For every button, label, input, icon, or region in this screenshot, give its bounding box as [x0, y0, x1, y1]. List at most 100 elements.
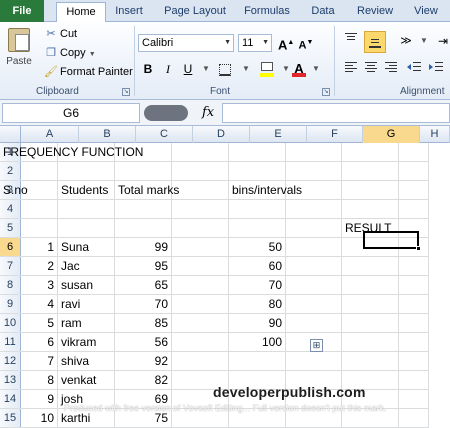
- cell-b3[interactable]: Students: [58, 181, 115, 200]
- select-all-corner[interactable]: [0, 126, 21, 143]
- tab-page-layout[interactable]: Page Layout: [164, 0, 226, 22]
- name-box[interactable]: G6: [2, 103, 140, 123]
- cell-h4[interactable]: [399, 200, 429, 219]
- cell-d11[interactable]: [172, 333, 229, 352]
- cell-g2[interactable]: [342, 162, 399, 181]
- font-color-dropdown-icon[interactable]: ▼: [308, 60, 324, 78]
- cell-e8[interactable]: 70: [229, 276, 286, 295]
- tab-data[interactable]: Data: [311, 0, 335, 22]
- cell-a5[interactable]: [0, 219, 58, 238]
- formula-input[interactable]: [222, 103, 450, 123]
- tab-insert[interactable]: Insert: [112, 0, 146, 22]
- cell-e7[interactable]: 60: [229, 257, 286, 276]
- cell-b8[interactable]: susan: [58, 276, 115, 295]
- wrap-text-button[interactable]: ⇥: [436, 32, 450, 50]
- cell-g12[interactable]: [342, 352, 399, 371]
- cell-f9[interactable]: [286, 295, 342, 314]
- cell-c7[interactable]: 95: [115, 257, 172, 276]
- cell-e2[interactable]: [229, 162, 286, 181]
- insert-function-button[interactable]: fx: [202, 103, 214, 123]
- borders-button[interactable]: [214, 60, 236, 78]
- font-name-select[interactable]: Calibri ▼: [138, 34, 234, 52]
- decrease-indent-button[interactable]: [404, 60, 424, 78]
- cell-d9[interactable]: [172, 295, 229, 314]
- cell-b2[interactable]: [58, 162, 115, 181]
- column-header-h[interactable]: H: [420, 126, 450, 143]
- cell-h14[interactable]: [399, 390, 429, 409]
- cell-a3[interactable]: S.no: [0, 181, 58, 200]
- clipboard-launcher-icon[interactable]: ↘: [122, 88, 130, 96]
- font-launcher-icon[interactable]: ↘: [322, 88, 330, 96]
- cell-h12[interactable]: [399, 352, 429, 371]
- cell-c5[interactable]: [115, 219, 172, 238]
- cell-h1[interactable]: [399, 143, 429, 162]
- increase-indent-button[interactable]: [426, 60, 446, 78]
- cell-c2[interactable]: [115, 162, 172, 181]
- cell-a13[interactable]: 8: [0, 371, 58, 390]
- column-header-e[interactable]: E: [250, 126, 307, 143]
- cell-a6[interactable]: 1: [0, 238, 58, 257]
- underline-button[interactable]: U: [180, 60, 196, 78]
- cell-b1[interactable]: [58, 143, 115, 162]
- italic-button[interactable]: I: [160, 60, 176, 78]
- cell-h13[interactable]: [399, 371, 429, 390]
- cell-d6[interactable]: [172, 238, 229, 257]
- fill-color-button[interactable]: [256, 60, 278, 78]
- cell-c9[interactable]: 70: [115, 295, 172, 314]
- cell-d2[interactable]: [172, 162, 229, 181]
- cell-h8[interactable]: [399, 276, 429, 295]
- cell-e9[interactable]: 80: [229, 295, 286, 314]
- cell-g9[interactable]: [342, 295, 399, 314]
- align-right-button[interactable]: [382, 60, 400, 78]
- cell-a11[interactable]: 6: [0, 333, 58, 352]
- align-bottom-button[interactable]: [364, 31, 386, 53]
- bold-button[interactable]: B: [140, 60, 156, 78]
- cell-b7[interactable]: Jac: [58, 257, 115, 276]
- cell-b13[interactable]: venkat: [58, 371, 115, 390]
- cell-f6[interactable]: [286, 238, 342, 257]
- cell-d8[interactable]: [172, 276, 229, 295]
- align-top-button[interactable]: [342, 32, 360, 50]
- cell-b5[interactable]: [58, 219, 115, 238]
- fill-handle[interactable]: [416, 246, 421, 251]
- cell-f3[interactable]: [286, 181, 342, 200]
- cell-h3[interactable]: [399, 181, 429, 200]
- cell-g4[interactable]: [342, 200, 399, 219]
- format-painter-button[interactable]: 🖌 Format Painter: [44, 64, 133, 80]
- column-header-f[interactable]: F: [307, 126, 363, 143]
- cell-h7[interactable]: [399, 257, 429, 276]
- cell-a7[interactable]: 2: [0, 257, 58, 276]
- cell-a4[interactable]: [0, 200, 58, 219]
- cell-f4[interactable]: [286, 200, 342, 219]
- font-size-select[interactable]: 11 ▼: [238, 34, 272, 52]
- cell-c11[interactable]: 56: [115, 333, 172, 352]
- copy-dropdown-icon[interactable]: ▼: [89, 51, 96, 58]
- paste-button[interactable]: Paste: [4, 26, 34, 82]
- cell-c1[interactable]: [115, 143, 172, 162]
- cell-e4[interactable]: [229, 200, 286, 219]
- cell-e10[interactable]: 90: [229, 314, 286, 333]
- formula-collapse-handle[interactable]: [144, 105, 188, 121]
- cell-h2[interactable]: [399, 162, 429, 181]
- underline-dropdown-icon[interactable]: ▼: [198, 60, 214, 78]
- cell-c10[interactable]: 85: [115, 314, 172, 333]
- cell-d4[interactable]: [172, 200, 229, 219]
- cell-f8[interactable]: [286, 276, 342, 295]
- tab-review[interactable]: Review: [357, 0, 393, 22]
- cell-c12[interactable]: 92: [115, 352, 172, 371]
- cell-a15[interactable]: 10: [0, 409, 58, 428]
- cell-d3[interactable]: [172, 181, 229, 200]
- cell-d10[interactable]: [172, 314, 229, 333]
- copy-button[interactable]: ❐ Copy ▼: [44, 45, 96, 61]
- align-left-button[interactable]: [342, 60, 360, 78]
- selected-cell-g6[interactable]: [363, 231, 419, 249]
- cell-f1[interactable]: [286, 143, 342, 162]
- cell-a1[interactable]: FREQUENCY FUNCTION: [0, 143, 143, 162]
- cell-c4[interactable]: [115, 200, 172, 219]
- orientation-button[interactable]: ≫: [396, 32, 416, 50]
- column-header-b[interactable]: B: [79, 126, 136, 143]
- cell-d7[interactable]: [172, 257, 229, 276]
- cell-f10[interactable]: [286, 314, 342, 333]
- column-header-c[interactable]: C: [136, 126, 193, 143]
- tab-view[interactable]: View: [414, 0, 438, 22]
